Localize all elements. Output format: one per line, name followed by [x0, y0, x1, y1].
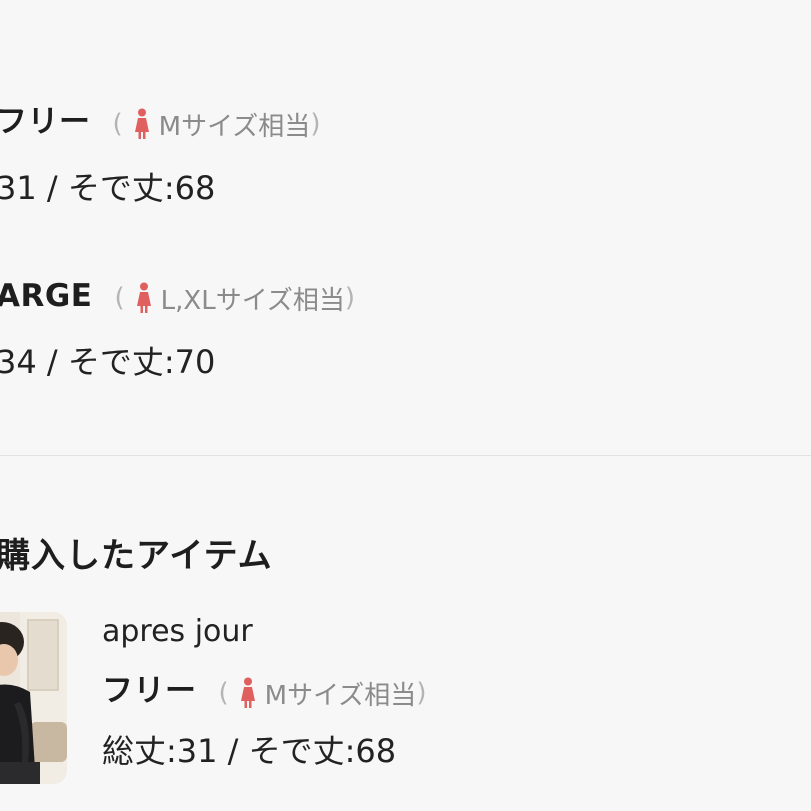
paren-close: )	[310, 109, 321, 139]
size-equivalent: ( Mサイズ相当 )	[112, 106, 321, 143]
size-equivalent: ( Mサイズ相当 )	[218, 675, 427, 712]
person-figure-icon	[240, 677, 255, 708]
item-photo	[0, 612, 67, 784]
size-equivalent-text: L,XLサイズ相当	[160, 285, 345, 316]
size-equivalent-text: Mサイズ相当	[158, 111, 311, 142]
paren-close: )	[416, 678, 427, 708]
paren-open: (	[114, 283, 125, 313]
size-equivalent-text: Mサイズ相当	[264, 680, 417, 711]
item-brand[interactable]: apres jour	[102, 614, 426, 649]
size-option-free: フリー ( Mサイズ相当 ) 31 / そで丈:68	[0, 96, 320, 209]
size-header: ARGE ( L,XLサイズ相当 )	[0, 278, 355, 317]
size-header: フリー ( Mサイズ相当 )	[0, 96, 320, 143]
size-measurements: 34 / そで丈:70	[0, 342, 216, 381]
item-thumbnail[interactable]	[0, 612, 67, 784]
size-name: フリー	[102, 673, 197, 709]
size-name: フリー	[0, 104, 91, 140]
item-measurements: 総丈:31 / そで丈:68	[102, 731, 397, 770]
size-option-large: ARGE ( L,XLサイズ相当 ) 34 / そで丈:70	[0, 278, 355, 383]
size-equivalent: ( L,XLサイズ相当 )	[114, 280, 355, 317]
person-figure-icon	[136, 282, 151, 313]
section-divider	[0, 455, 811, 456]
paren-close: )	[344, 283, 356, 313]
size-name: ARGE	[0, 278, 93, 314]
paren-open: (	[112, 109, 123, 139]
purchased-items-title: 購入したアイテム	[0, 536, 273, 576]
purchased-item-info: apres jour フリー ( Mサイズ相当 ) 総丈:31 / そで丈:68	[102, 614, 426, 772]
person-figure-icon	[134, 108, 149, 139]
paren-open: (	[218, 678, 229, 708]
size-measurements: 31 / そで丈:68	[0, 168, 216, 207]
size-header: フリー ( Mサイズ相当 )	[102, 665, 426, 712]
size-chart-page: フリー ( Mサイズ相当 ) 31 / そで丈:68 ARGE (L,XLサイ…	[0, 0, 811, 811]
